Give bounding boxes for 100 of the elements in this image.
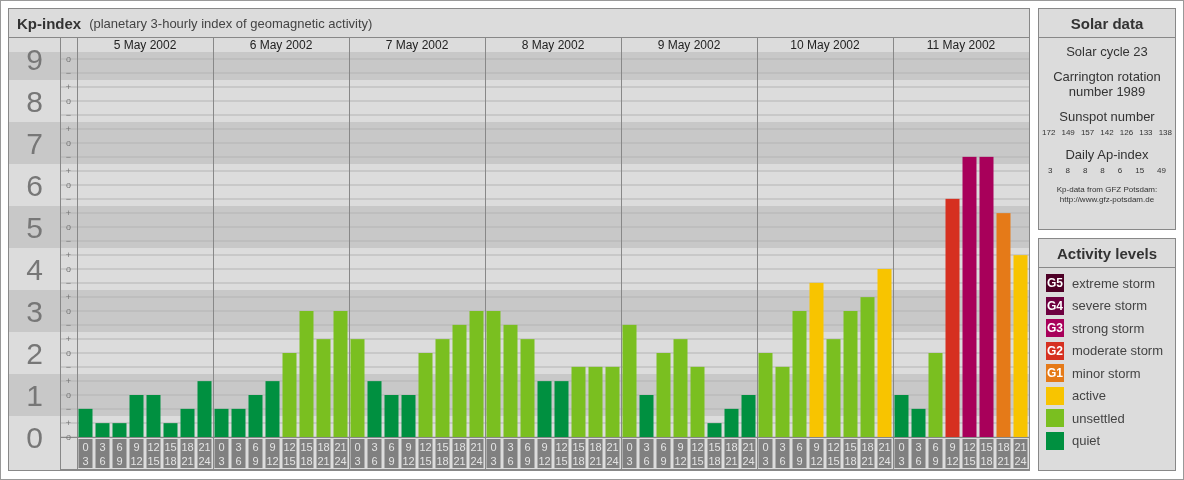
time-label: 0 3 <box>214 439 229 468</box>
y-tick-label: o <box>66 138 71 148</box>
y-tick-label: + <box>65 208 72 218</box>
y-axis-label: 2 <box>26 337 43 370</box>
y-tick-label: − <box>65 110 72 120</box>
y-tick-label: + <box>65 82 72 92</box>
level-label: unsettled <box>1072 410 1125 426</box>
time-label: 6 9 <box>248 439 263 468</box>
y-tick-label: − <box>65 152 72 162</box>
date-label: 5 May 2002 <box>113 38 177 52</box>
time-label: 12 15 <box>826 439 841 468</box>
kp-bar <box>724 408 739 437</box>
panel-title: Activity levels <box>1039 239 1175 268</box>
y-tick-label: + <box>65 166 72 176</box>
credit-text: Kp-data from GFZ Potsdam: <box>1056 185 1158 195</box>
sunspot-value: 149 <box>1061 128 1075 137</box>
time-label: 6 9 <box>384 439 399 468</box>
time-label: 9 12 <box>129 439 144 468</box>
y-tick-label: o <box>66 180 71 190</box>
kp-bar <box>911 408 926 437</box>
kp-bar <box>112 423 127 437</box>
time-label: 3 6 <box>367 439 382 468</box>
x-tick-label: 3 6 <box>99 441 106 467</box>
date-label: 7 May 2002 <box>385 38 449 52</box>
x-tick-label: 0 3 <box>354 441 361 467</box>
kp-bar <box>605 366 620 437</box>
level-swatch: G3 <box>1046 319 1064 337</box>
kp-bar <box>248 395 263 437</box>
x-tick-label: 6 9 <box>932 441 939 467</box>
kp-bar <box>639 395 654 437</box>
kp-bar <box>401 395 416 437</box>
y-axis-label: 5 <box>26 211 43 244</box>
panel-title: Solar data <box>1039 9 1175 38</box>
sunspot-value: 142 <box>1100 128 1114 137</box>
time-label: 15 18 <box>299 439 314 468</box>
x-tick-label: 6 9 <box>388 441 395 467</box>
kp-bar <box>129 395 144 437</box>
time-label: 3 6 <box>95 439 110 468</box>
y-tick-label: − <box>65 362 72 372</box>
sunspot-value: 172 <box>1042 128 1056 137</box>
kp-bar <box>146 395 161 437</box>
x-tick-label: 3 6 <box>915 441 922 467</box>
y-tick-label: + <box>65 250 72 260</box>
x-tick-label: 6 9 <box>116 441 123 467</box>
kp-bar <box>231 408 246 437</box>
time-label: 3 6 <box>911 439 926 468</box>
kp-bar <box>95 423 110 437</box>
time-label: 15 18 <box>571 439 586 468</box>
time-label: 0 3 <box>894 439 909 468</box>
time-label: 3 6 <box>231 439 246 468</box>
time-label: 21 24 <box>605 439 620 468</box>
y-axis-label: 4 <box>26 253 43 286</box>
time-label: 6 9 <box>520 439 535 468</box>
kp-bar <box>384 395 399 437</box>
sunspot-value: 157 <box>1080 128 1095 137</box>
y-tick-label: + <box>65 292 72 302</box>
y-tick-label: − <box>65 278 72 288</box>
kp-bar <box>197 381 212 437</box>
time-label: 0 3 <box>486 439 501 468</box>
chart-title: Kp-index <box>17 14 82 32</box>
y-tick-label: o <box>66 390 71 400</box>
kp-bar <box>537 381 552 437</box>
chart-subtitle: (planetary 3-hourly index of geomagnetic activity) <box>89 15 373 31</box>
y-tick-label: o <box>66 306 71 316</box>
x-tick-label: 3 6 <box>507 441 514 467</box>
sunspot-value: 133 <box>1139 128 1153 137</box>
x-tick-label: 0 3 <box>218 441 225 467</box>
ap-value: 15 <box>1135 166 1145 175</box>
time-label: 3 6 <box>639 439 654 468</box>
ap-value: 49 <box>1157 166 1166 175</box>
level-swatch: G4 <box>1046 296 1064 315</box>
carrington-rotation-text: Carrington rotation number 1989 <box>1052 69 1162 99</box>
time-label: 6 9 <box>792 439 807 468</box>
x-tick-label: 0 3 <box>762 441 769 467</box>
time-label: 9 12 <box>265 439 280 468</box>
time-label: 18 21 <box>588 439 603 468</box>
x-tick-label: 3 6 <box>779 441 786 467</box>
y-tick-label: + <box>65 334 72 344</box>
kp-bar <box>707 423 722 437</box>
time-label: 6 9 <box>928 439 943 468</box>
y-tick-label: − <box>65 194 72 204</box>
time-label: 6 9 <box>656 439 671 468</box>
time-label: 12 15 <box>418 439 433 468</box>
x-tick-label: 3 6 <box>371 441 378 467</box>
y-tick-label: o <box>66 222 71 232</box>
date-label: 11 May 2002 <box>926 38 996 52</box>
x-tick-label: 3 6 <box>235 441 242 467</box>
time-label: 18 21 <box>180 439 195 468</box>
time-label: 15 18 <box>435 439 450 468</box>
x-tick-label: 3 6 <box>643 441 650 467</box>
level-swatch: G2 <box>1046 341 1064 360</box>
ap-value: 8 <box>1082 166 1088 175</box>
sunspot-value: 126 <box>1119 128 1134 137</box>
x-tick-label: 0 3 <box>898 441 905 467</box>
x-tick-label: 0 3 <box>490 441 497 467</box>
x-tick-label: 6 9 <box>252 441 259 467</box>
kp-bar <box>775 366 790 437</box>
ap-value: 8 <box>1065 166 1070 175</box>
x-tick-label: 0 3 <box>82 441 89 467</box>
x-tick-label: 0 3 <box>626 441 633 467</box>
